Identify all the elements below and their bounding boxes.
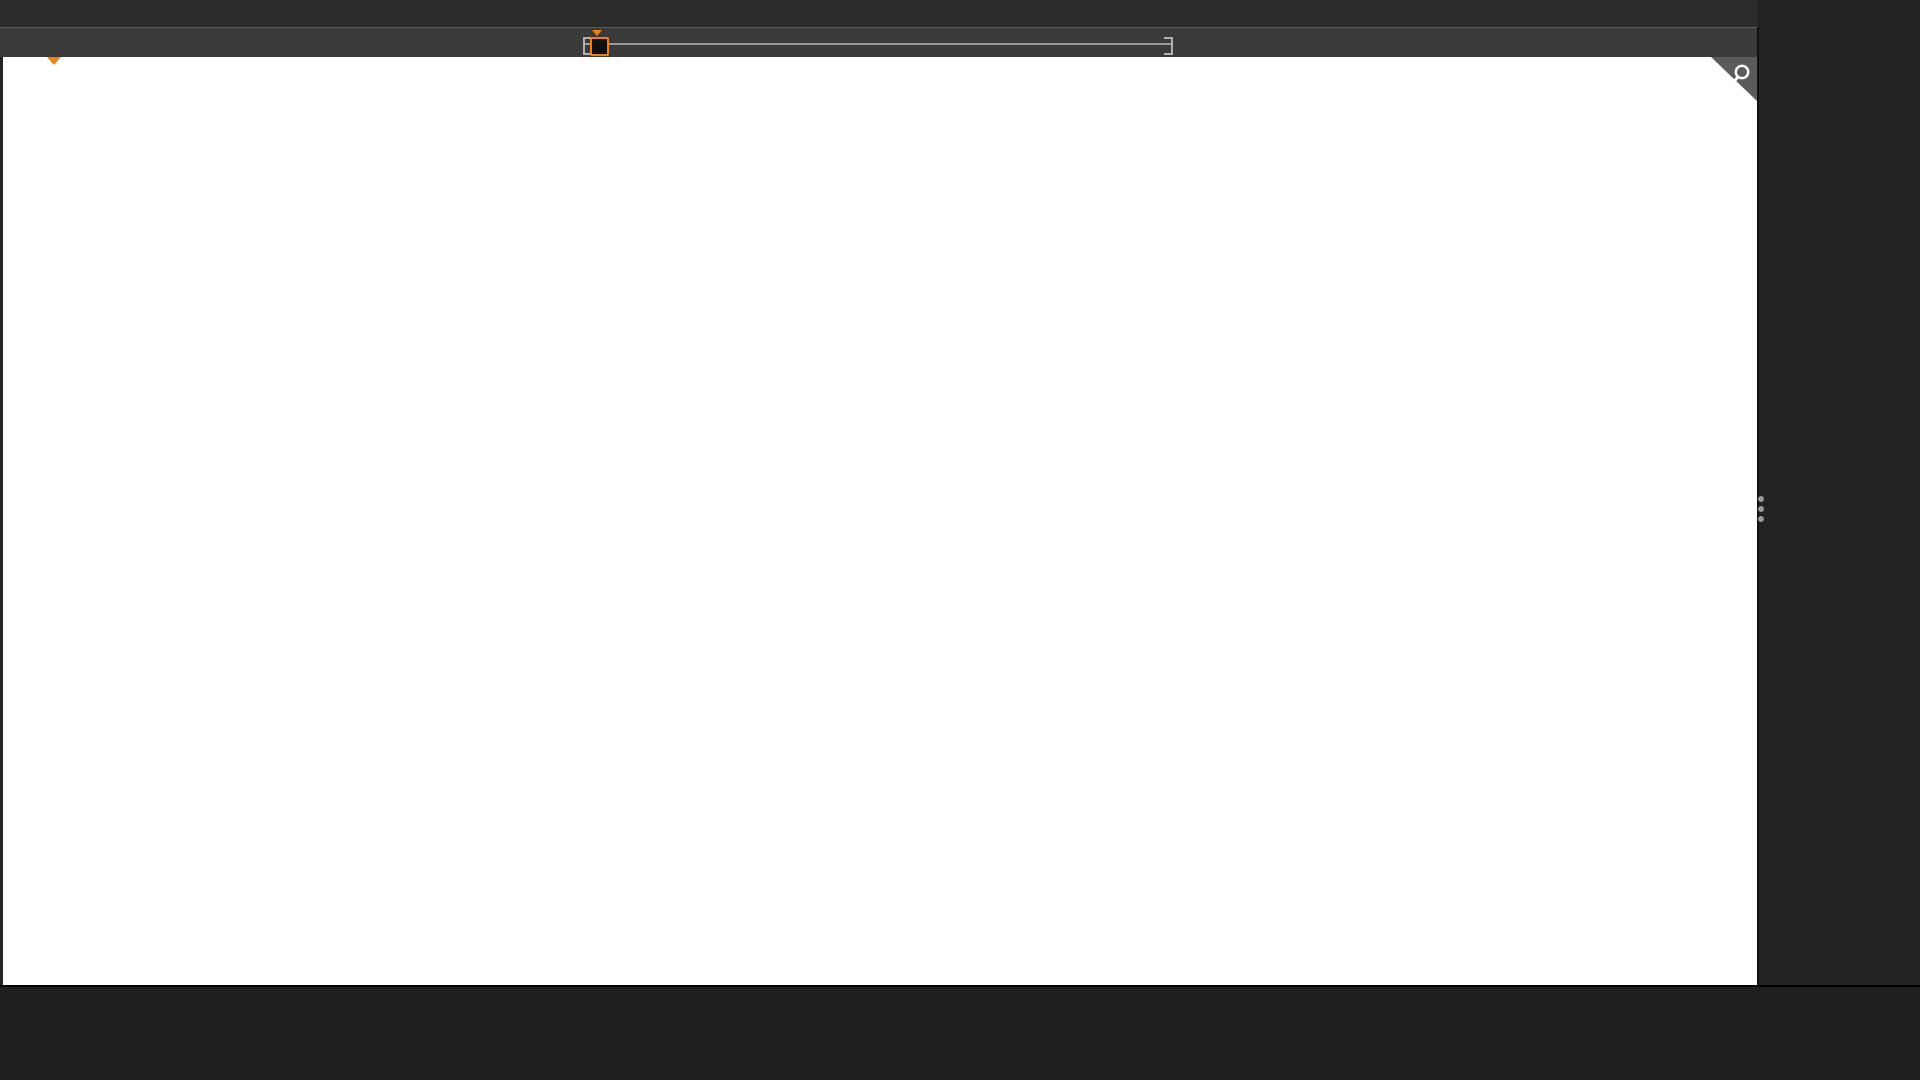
- oscilloscope-screen: [0, 0, 1920, 1080]
- drag-handle-dot[interactable]: [1758, 496, 1764, 502]
- waveform-view-tabbar: [0, 27, 1757, 57]
- tektronix-logo: [1762, 1, 1914, 26]
- minimap-trigger-flag[interactable]: [590, 37, 609, 56]
- minimap-trigger-caret-icon: [592, 30, 602, 36]
- minimap-range-bar[interactable]: [585, 43, 1171, 45]
- minimap-right-bracket[interactable]: [1164, 37, 1173, 55]
- trigger-position-marker-icon[interactable]: [47, 57, 61, 65]
- drag-handle-dot[interactable]: [1758, 516, 1764, 522]
- drag-handle-dot[interactable]: [1758, 506, 1764, 512]
- waveform-plot-area[interactable]: [3, 57, 1757, 985]
- bottom-bar: [0, 985, 1920, 1080]
- menu-bar: [0, 0, 1757, 27]
- waveform-canvas: [3, 57, 1757, 985]
